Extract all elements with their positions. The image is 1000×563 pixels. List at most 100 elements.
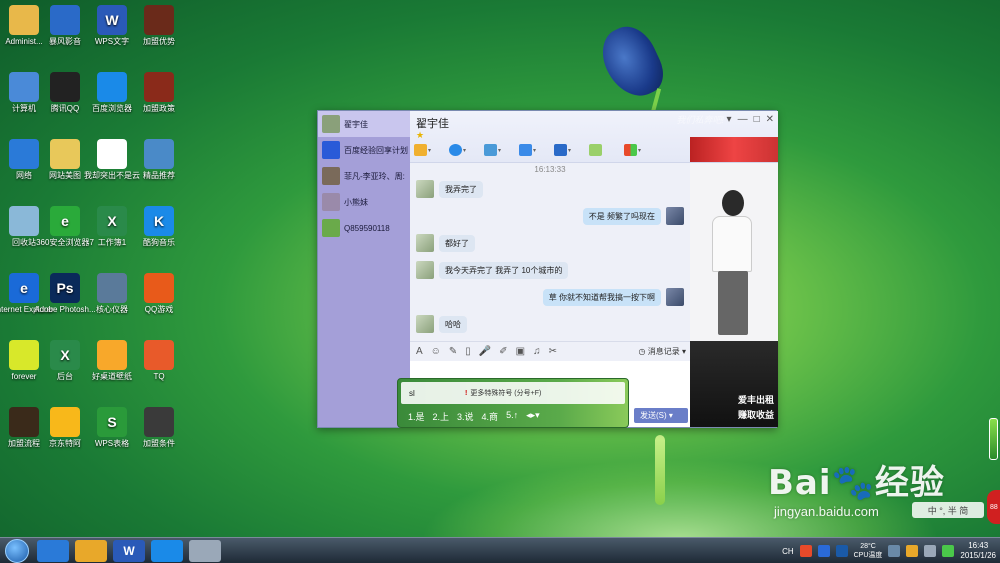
message-history-button[interactable]: ◷ 消息记录 ▾ <box>639 346 686 357</box>
ime-hint: ! 更多特殊符号 (分号+F) <box>465 390 542 397</box>
magic-icon[interactable]: ✎ <box>449 346 457 357</box>
format-toolbar: A ☺ ✎ ▯ 🎤 ✐ ▣ ♫ ✂ ◷ 消息记录 ▾ <box>410 341 690 361</box>
media-player-icon <box>50 5 80 35</box>
avatar-head <box>722 190 744 216</box>
ime-input-text: sl <box>409 388 415 398</box>
add-contact-button[interactable] <box>589 143 615 157</box>
taskbar-button-wps[interactable]: W <box>113 539 145 562</box>
avatar[interactable] <box>416 315 434 333</box>
ime-candidate-window: sl ! 更多特殊符号 (分号+F) 1.是 2.上 3.说 4.商 5.↑ ◂▸▾ <box>397 378 629 428</box>
avatar[interactable] <box>416 261 434 279</box>
desktop-icon-label: 加盟优势 <box>143 37 175 46</box>
taskbar-button-browser[interactable] <box>151 539 183 562</box>
desktop-icon[interactable]: 加盟优势 <box>128 5 190 47</box>
voice-message-icon[interactable]: 🎤 <box>479 346 491 357</box>
grid-icon <box>144 139 174 169</box>
document-icon <box>144 407 174 437</box>
ime-candidate[interactable]: 1.是 <box>408 410 425 423</box>
ime-candidate[interactable]: 2.上 <box>433 410 450 423</box>
avatar[interactable] <box>416 234 434 252</box>
avatar <box>322 167 340 185</box>
wps-writer-icon: W <box>97 5 127 35</box>
contact-item[interactable]: 翟宇佳 <box>318 111 410 137</box>
taskbar: W CH 28°C CPU温度 16:43 2015/1/26 <box>0 537 1000 563</box>
folder-icon <box>519 144 532 156</box>
shake-icon[interactable]: ▯ <box>465 346 471 357</box>
send-button[interactable]: 发送(S) ▾ <box>634 408 688 423</box>
desktop-icon-label: 加盟条件 <box>143 439 175 448</box>
baidu-watermark: Bai🐾经验 jingyan.baidu.com <box>768 455 945 519</box>
avatar[interactable] <box>666 207 684 225</box>
car-ad[interactable]: 爱丰出租 赚取收益 <box>690 341 778 427</box>
security-icon[interactable] <box>942 545 955 557</box>
menu-icon[interactable]: ▾ <box>727 114 732 125</box>
tq-icon <box>144 340 174 370</box>
handwrite-icon[interactable]: ✐ <box>499 346 507 357</box>
ad-banner[interactable] <box>690 137 778 162</box>
apps-grid-button[interactable]: ▾ <box>624 143 650 157</box>
avatar <box>322 219 340 237</box>
contact-item[interactable]: 小熊妹 <box>318 189 410 215</box>
chat-message: 草 你就不知道帮我搞一按下啊 <box>416 286 684 308</box>
desktop-icon[interactable]: K 酷狗音乐 <box>128 206 190 248</box>
screenshot-icon[interactable] <box>835 545 848 557</box>
360-browser-icon: e <box>50 206 80 236</box>
water-drop-wallpaper <box>655 435 665 505</box>
avatar[interactable] <box>666 288 684 306</box>
clock[interactable]: 16:43 2015/1/26 <box>960 541 996 561</box>
close-icon[interactable]: ✕ <box>766 114 774 125</box>
speed-ball-widget[interactable]: 88 <box>987 490 1000 524</box>
taskbar-button-qq[interactable] <box>75 539 107 562</box>
start-button[interactable] <box>5 538 29 563</box>
desktop-icon[interactable]: QQ游戏 <box>128 273 190 315</box>
contact-name: 菲凡-李亚玲、周: <box>344 171 405 181</box>
network-icon[interactable] <box>888 545 901 557</box>
spreadsheet-icon: X <box>97 206 127 236</box>
ime-candidate[interactable]: 3.说 <box>457 410 474 423</box>
input-language[interactable]: CH <box>782 547 794 556</box>
file-transfer-button[interactable]: ▾ <box>519 143 545 157</box>
voice-call-button[interactable]: ▾ <box>414 143 440 157</box>
video-call-button[interactable]: ▾ <box>449 143 475 157</box>
message-bubble: 我今天弄完了 我弄了 10个城市的 <box>439 261 569 279</box>
ime-candidate[interactable]: 5.↑ <box>506 410 518 423</box>
baidu-browser-icon <box>97 72 127 102</box>
screenshot-icon[interactable]: ✂ <box>549 346 557 357</box>
volume-icon[interactable] <box>924 545 937 557</box>
wps-sheet-icon: S <box>97 407 127 437</box>
image-icon[interactable]: ▣ <box>516 346 525 357</box>
document-icon <box>144 5 174 35</box>
avatar[interactable] <box>416 180 434 198</box>
qq-icon <box>50 72 80 102</box>
taskbar-button-ie[interactable] <box>37 539 69 562</box>
desktop-icon[interactable]: 加盟政策 <box>128 72 190 114</box>
font-icon[interactable]: A <box>416 346 423 357</box>
app-button[interactable]: ▾ <box>484 143 510 157</box>
minimize-icon[interactable]: — <box>738 114 748 125</box>
desktop-icon[interactable]: 加盟条件 <box>128 407 190 449</box>
contact-item[interactable]: 菲凡-李亚玲、周: <box>318 163 410 189</box>
desktop-icon[interactable]: 精品推荐 <box>128 139 190 181</box>
document-icon <box>97 139 127 169</box>
wallpaper-icon <box>97 340 127 370</box>
music-icon[interactable]: ♫ <box>533 346 541 357</box>
qq-tray-icon[interactable] <box>906 545 919 557</box>
message-bubble: 都好了 <box>439 234 475 252</box>
sogou-icon[interactable] <box>799 545 812 557</box>
ime-candidate[interactable]: 4.商 <box>482 410 499 423</box>
remote-desktop-button[interactable]: ▾ <box>554 143 580 157</box>
chart-icon <box>484 144 497 156</box>
jd-icon <box>50 407 80 437</box>
contact-item[interactable]: Q859590118 <box>318 215 410 241</box>
taskbar-button-qq-chat[interactable] <box>189 539 221 562</box>
star-icon: ★ <box>416 130 425 140</box>
contact-item[interactable]: 百度经验回享计划 <box>318 137 410 163</box>
emoji-icon[interactable]: ☺ <box>431 346 441 357</box>
qq-game-icon <box>144 273 174 303</box>
chat-message: 都好了 <box>416 232 684 254</box>
desktop-icon-label: 加盟政策 <box>143 104 175 113</box>
ime-page-nav[interactable]: ◂▸▾ <box>526 410 540 423</box>
maximize-icon[interactable]: □ <box>754 114 760 125</box>
help-icon[interactable] <box>817 545 830 557</box>
desktop-icon[interactable]: TQ <box>128 340 190 382</box>
